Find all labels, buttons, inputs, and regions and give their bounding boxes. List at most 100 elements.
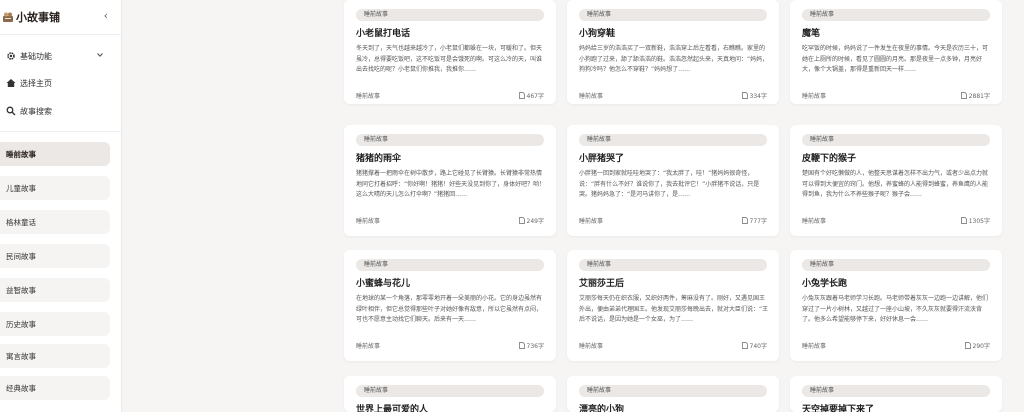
chevron-down-icon [97, 53, 103, 57]
category-item-grimm[interactable]: 格林童话 [0, 210, 110, 234]
card-title: 小胖猪哭了 [579, 154, 625, 164]
card-title: 小蜜蜂与花儿 [356, 279, 411, 289]
card-category: 睡前故事 [802, 217, 827, 225]
card-excerpt: 妈妈给三岁的浩浩买了一双新鞋，浩浩穿上后左看看，右瞧瞧。家里的小狗跑了过来，舔了… [579, 45, 769, 73]
card-category: 睡前故事 [356, 217, 381, 225]
card-footer: 睡前故事 249字 [356, 216, 544, 225]
card-word-count: 2881字 [960, 91, 990, 100]
document-icon [741, 216, 748, 224]
story-card[interactable]: 睡前故事 艾丽莎王后 艾丽莎每天仍在织衣服，又织好两件，筹麻没有了。刚好，又遇见… [567, 250, 779, 361]
story-grid: 睡前故事 小老鼠打电话 冬天到了，天气也越来越冷了，小老鼠们都躲在一块，可暖和了… [122, 0, 1024, 412]
card-title: 天空掉要掉下来了 [802, 405, 875, 412]
card-footer: 睡前故事 467字 [356, 91, 544, 100]
card-category-tag: 睡前故事 [802, 134, 990, 146]
document-icon [964, 341, 971, 349]
card-category: 睡前故事 [579, 342, 604, 350]
menu-basic-functions[interactable]: 基础功能 [0, 45, 122, 67]
card-title: 艾丽莎王后 [579, 279, 625, 289]
card-category: 睡前故事 [579, 217, 604, 225]
card-category: 睡前故事 [356, 92, 381, 100]
card-category-tag: 睡前故事 [356, 259, 544, 271]
story-card[interactable]: 睡前故事 小胖猪哭了 小胖猪一回到家就哇哇地哭了：“我太胖了，哇！”猪妈妈很奇怪… [567, 125, 779, 236]
card-category-tag: 睡前故事 [356, 134, 544, 146]
card-excerpt: 猪猪撑着一把雨伞在树中散步，路上它碰见了长臂猿。长臂猿非常热情地同它打着招呼：“… [356, 170, 546, 198]
card-title: 魔笔 [802, 29, 821, 39]
brand-title: 小故事铺 [16, 11, 60, 24]
card-category-tag: 睡前故事 [579, 134, 767, 146]
story-card[interactable]: 睡前故事 漂亮的小狗 [567, 376, 779, 412]
story-card[interactable]: 睡前故事 魔笔 吃罕饭的时候，妈妈说了一件发生在夜里的事情。今天是农历三十，可她… [790, 0, 1002, 104]
card-word-count: 740字 [741, 341, 767, 350]
sidebar: 小故事铺 ‹ 基础功能 选择主页 故事搜索 睡前故事 儿童故事 格林童话 民间故… [0, 0, 122, 412]
category-item-puzzle[interactable]: 益智故事 [0, 278, 110, 302]
card-title: 小兔学长跑 [802, 279, 848, 289]
card-word-count: 334字 [741, 91, 767, 100]
card-category-tag: 睡前故事 [579, 9, 767, 21]
card-word-count: 736字 [518, 341, 544, 350]
card-category-tag: 睡前故事 [356, 385, 544, 397]
category-item-fable[interactable]: 寓言故事 [0, 344, 110, 368]
nav-select-home[interactable]: 选择主页 [0, 72, 122, 94]
card-excerpt: 艾丽莎每天仍在织衣服，又织好两件，筹麻没有了。刚好，又遇见国王外出，便由弟弟代理… [579, 295, 769, 323]
card-footer: 睡前故事 334字 [579, 91, 767, 100]
card-title: 世界上最可爱的人 [356, 405, 429, 412]
category-item-folk[interactable]: 民间故事 [0, 244, 110, 268]
card-category-tag: 睡前故事 [802, 259, 990, 271]
document-icon [960, 216, 967, 224]
document-icon [518, 341, 525, 349]
menu-basic-label: 基础功能 [20, 51, 52, 61]
card-word-count: 290字 [964, 341, 990, 350]
card-footer: 睡前故事 2881字 [802, 91, 990, 100]
card-category-tag: 睡前故事 [802, 385, 990, 397]
card-title: 小老鼠打电话 [356, 29, 411, 39]
gear-icon [7, 52, 15, 60]
card-word-count: 249字 [518, 216, 544, 225]
divider [0, 34, 122, 35]
card-title: 皮鞭下的猴子 [802, 154, 857, 164]
card-footer: 睡前故事 740字 [579, 341, 767, 350]
card-excerpt: 冬天到了，天气也越来越冷了，小老鼠们都躲在一块，可暖和了。但天虽冷，总得要吃饭吧… [356, 45, 543, 73]
story-card[interactable]: 睡前故事 世界上最可爱的人 [344, 376, 556, 412]
nav-story-search[interactable]: 故事搜索 [0, 100, 122, 122]
story-card[interactable]: 睡前故事 猪猪的雨伞 猪猪撑着一把雨伞在树中散步，路上它碰见了长臂猿。长臂猿非常… [344, 125, 556, 236]
document-icon [741, 91, 748, 99]
card-title: 漂亮的小狗 [579, 405, 625, 412]
divider [0, 131, 122, 132]
story-card[interactable]: 睡前故事 小老鼠打电话 冬天到了，天气也越来越冷了，小老鼠们都躲在一块，可暖和了… [344, 0, 556, 104]
story-card[interactable]: 睡前故事 小狗穿鞋 妈妈给三岁的浩浩买了一双新鞋，浩浩穿上后左看看，右瞧瞧。家里… [567, 0, 779, 104]
story-card[interactable]: 睡前故事 小兔学长跑 小兔灰灰跟着马老师学习长跑。马老师带着灰灰一边跑一边讲解，… [790, 250, 1002, 361]
card-category: 睡前故事 [579, 92, 604, 100]
story-card[interactable]: 睡前故事 天空掉要掉下来了 [790, 376, 1002, 412]
category-item-history[interactable]: 历史故事 [0, 312, 110, 336]
card-title: 小狗穿鞋 [579, 29, 616, 39]
card-word-count: 777字 [741, 216, 767, 225]
card-category-tag: 睡前故事 [579, 259, 767, 271]
card-excerpt: 楚国有个好吃懒做的人，他整天思谋着怎样不出力气，或者少出点力就可以得到大便宜的窍… [802, 170, 989, 198]
card-title: 猪猪的雨伞 [356, 154, 402, 164]
document-icon [518, 216, 525, 224]
card-word-count: 467字 [518, 91, 544, 100]
brand-logo-icon [3, 12, 13, 22]
category-item-classic[interactable]: 经典故事 [0, 376, 110, 400]
category-item-children[interactable]: 儿童故事 [0, 176, 110, 200]
collapse-sidebar-button[interactable]: ‹ [104, 9, 108, 22]
story-card[interactable]: 睡前故事 小蜜蜂与花儿 在地球的某一个角落，那零零地开着一朵美丽的小花。它的身边… [344, 250, 556, 361]
card-excerpt: 在地球的某一个角落，那零零地开着一朵美丽的小花。它的身边虽然有绿叶相伴，但它总觉… [356, 295, 543, 323]
document-icon [960, 91, 967, 99]
card-category-tag: 睡前故事 [579, 385, 767, 397]
nav-story-search-label: 故事搜索 [20, 106, 52, 116]
category-item-bedtime[interactable]: 睡前故事 [0, 142, 110, 166]
card-word-count: 1305字 [960, 216, 990, 225]
card-footer: 睡前故事 736字 [356, 341, 544, 350]
card-footer: 睡前故事 290字 [802, 341, 990, 350]
home-icon [6, 79, 16, 87]
card-excerpt: 小胖猪一回到家就哇哇地哭了：“我太胖了，哇！”猪妈妈很奇怪，说：“胖有什么不好？… [579, 170, 760, 198]
document-icon [518, 91, 525, 99]
document-icon [741, 341, 748, 349]
search-icon [6, 106, 16, 116]
card-excerpt: 吃罕饭的时候，妈妈说了一件发生在夜里的事情。今天是农历三十，可她在上厕所的时候，… [802, 45, 989, 73]
card-footer: 睡前故事 1305字 [802, 216, 990, 225]
card-footer: 睡前故事 777字 [579, 216, 767, 225]
story-card[interactable]: 睡前故事 皮鞭下的猴子 楚国有个好吃懒做的人，他整天思谋着怎样不出力气，或者少出… [790, 125, 1002, 236]
nav-select-home-label: 选择主页 [20, 78, 52, 88]
